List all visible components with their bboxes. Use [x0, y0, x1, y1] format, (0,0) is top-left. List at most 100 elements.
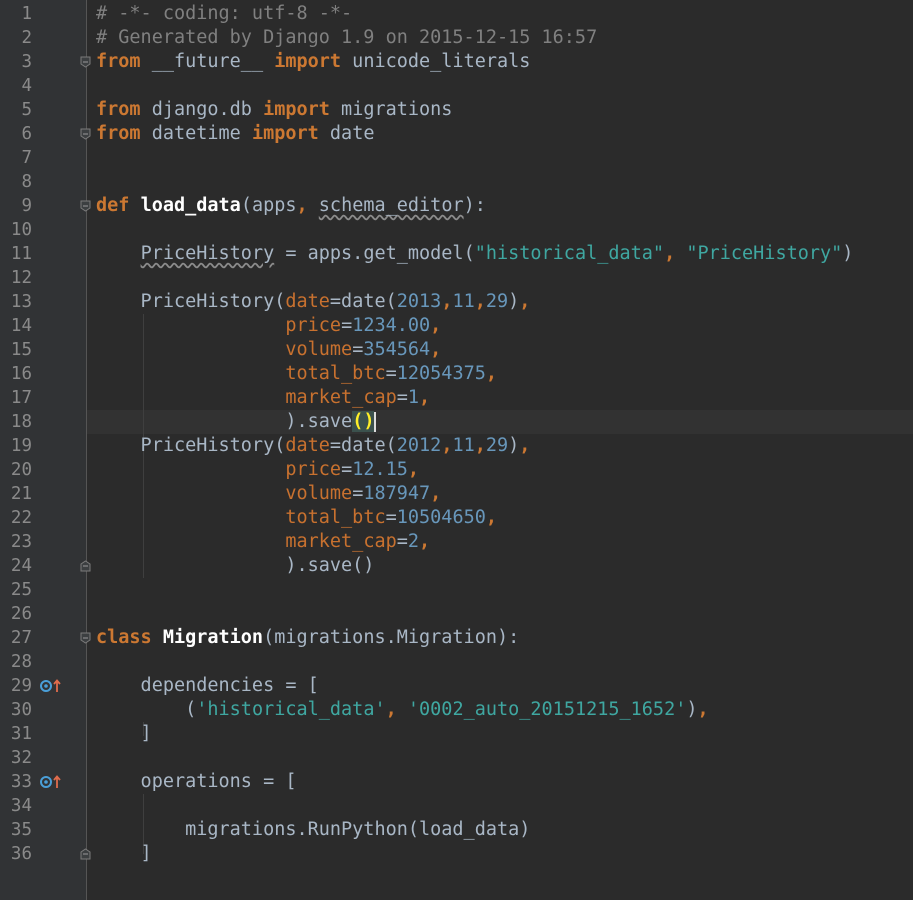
code-token: 12.15: [352, 459, 408, 480]
code-line[interactable]: PriceHistory(date=date(2012,11,29),: [96, 434, 531, 458]
code-token: 29: [485, 291, 509, 312]
fold-marker-icon[interactable]: [80, 632, 91, 644]
line-number: 8: [21, 172, 32, 192]
code-token: ,: [441, 291, 453, 312]
line-number: 10: [10, 220, 32, 240]
line-number: 31: [10, 724, 32, 744]
code-token: schema_editor: [318, 195, 464, 216]
code-token: import: [263, 99, 330, 120]
code-line[interactable]: volume=187947,: [96, 482, 441, 506]
code-token: volume: [285, 483, 353, 504]
code-token: ): [508, 435, 520, 456]
code-line[interactable]: class Migration(migrations.Migration):: [96, 626, 519, 650]
code-line[interactable]: migrations.RunPython(load_data): [96, 818, 530, 842]
code-line[interactable]: total_btc=12054375,: [96, 362, 497, 386]
code-token: =: [352, 483, 364, 504]
code-editor[interactable]: 1 2 3 4 5 6 7 8 9 10 11 12 13 14 15 16 17 18 19 20 21 22 23 24 2…: [0, 0, 913, 900]
code-token: ).save(): [96, 555, 375, 576]
code-line[interactable]: ]: [96, 722, 152, 746]
line-number: 17: [10, 388, 32, 408]
code-line[interactable]: PriceHistory = apps.get_model("historica…: [96, 242, 854, 266]
line-number: 36: [10, 844, 32, 864]
code-line[interactable]: operations = [: [96, 770, 297, 794]
gutter-row[interactable]: 32: [0, 746, 913, 770]
code-token: 187947: [363, 483, 431, 504]
code-token: ,: [419, 387, 431, 408]
line-number: 7: [21, 148, 32, 168]
code-token: ,: [430, 483, 442, 504]
code-line[interactable]: from django.db import migrations: [96, 98, 452, 122]
fold-marker-icon[interactable]: [80, 56, 91, 68]
code-token: from: [96, 99, 141, 120]
code-token: 2: [407, 531, 420, 552]
code-line[interactable]: market_cap=1,: [96, 386, 430, 410]
code-line[interactable]: price=1234.00,: [96, 314, 441, 338]
code-token: datetime: [140, 123, 252, 144]
gutter-row[interactable]: 4: [0, 74, 913, 98]
fold-marker-icon[interactable]: [80, 128, 91, 140]
code-token: ,: [419, 531, 431, 552]
code-token: ).save: [96, 411, 353, 432]
gutter-row[interactable]: 34: [0, 794, 913, 818]
line-number: 28: [10, 652, 32, 672]
code-line[interactable]: dependencies = [: [96, 674, 319, 698]
code-line[interactable]: ).save(): [96, 554, 374, 578]
code-token: # Generated by Django 1.9 on 2015-12-15 …: [96, 27, 598, 48]
override-method-icon[interactable]: [40, 775, 62, 789]
line-number: 23: [10, 532, 32, 552]
gutter-row[interactable]: 10: [0, 218, 913, 242]
fold-marker-icon[interactable]: [80, 560, 91, 572]
code-token: ):: [463, 195, 486, 216]
code-token: 29: [485, 435, 509, 456]
line-number: 24: [10, 556, 32, 576]
code-line[interactable]: ]: [96, 842, 152, 866]
code-token: from: [96, 51, 141, 72]
code-token: 2013: [396, 291, 442, 312]
code-line[interactable]: from datetime import date: [96, 122, 374, 146]
code-token: ,: [697, 699, 709, 720]
code-line[interactable]: # -*- coding: utf-8 -*-: [96, 2, 352, 26]
code-token: 1: [407, 387, 420, 408]
code-line[interactable]: PriceHistory(date=date(2013,11,29),: [96, 290, 531, 314]
code-token: ,: [474, 291, 486, 312]
code-token: from: [96, 123, 141, 144]
code-token: price: [285, 315, 342, 336]
code-line[interactable]: ('historical_data', '0002_auto_20151215_…: [96, 698, 709, 722]
gutter-row[interactable]: 8: [0, 170, 913, 194]
code-token: migrations: [329, 99, 453, 120]
code-token: 10504650: [396, 507, 486, 528]
code-token: operations = [: [96, 771, 297, 792]
fold-marker-icon[interactable]: [80, 200, 91, 212]
code-token: =: [385, 507, 397, 528]
code-line[interactable]: ).save(): [96, 410, 377, 434]
code-line[interactable]: market_cap=2,: [96, 530, 430, 554]
code-line[interactable]: def load_data(apps, schema_editor):: [96, 194, 486, 218]
code-token: date: [318, 123, 375, 144]
code-token: ,: [485, 363, 497, 384]
gutter-row[interactable]: 25: [0, 578, 913, 602]
code-token: "historical_data": [474, 243, 665, 264]
line-number: 16: [10, 364, 32, 384]
code-token: =: [396, 531, 408, 552]
code-token: total_btc: [285, 507, 386, 528]
override-method-icon[interactable]: [40, 679, 62, 693]
gutter-row[interactable]: 7: [0, 146, 913, 170]
code-token: Migration: [162, 627, 264, 648]
gutter-row[interactable]: 12: [0, 266, 913, 290]
gutter-row[interactable]: 28: [0, 650, 913, 674]
fold-marker-icon[interactable]: [80, 848, 91, 860]
code-line[interactable]: volume=354564,: [96, 338, 441, 362]
line-number: 6: [21, 124, 32, 144]
line-number: 30: [10, 700, 32, 720]
line-number: 26: [10, 604, 32, 624]
code-line[interactable]: # Generated by Django 1.9 on 2015-12-15 …: [96, 26, 597, 50]
code-line[interactable]: total_btc=10504650,: [96, 506, 497, 530]
code-line[interactable]: from __future__ import unicode_literals: [96, 50, 530, 74]
line-number: 18: [10, 412, 32, 432]
code-line[interactable]: price=12.15,: [96, 458, 419, 482]
code-token: # -*- coding: utf-8 -*-: [96, 3, 353, 24]
gutter-row[interactable]: 26: [0, 602, 913, 626]
code-token: ,: [519, 291, 531, 312]
text-caret: [374, 412, 377, 432]
